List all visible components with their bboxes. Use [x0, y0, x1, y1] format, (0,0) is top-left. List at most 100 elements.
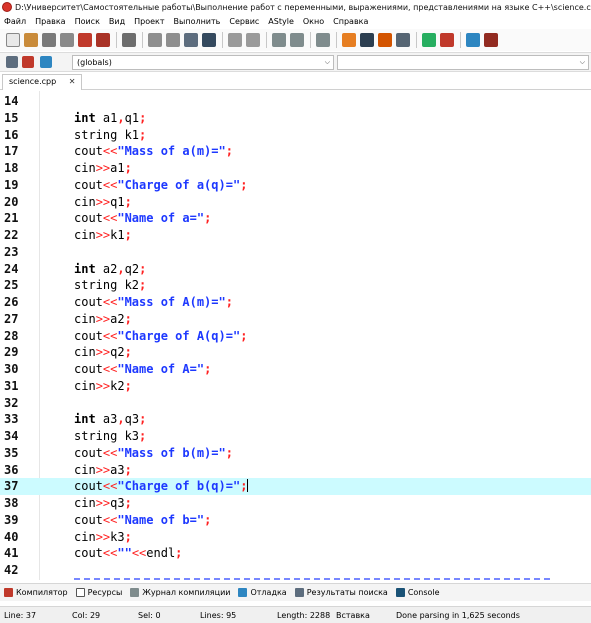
- close-icon[interactable]: ✕: [69, 77, 76, 86]
- status-length: Length: 2288: [277, 611, 331, 620]
- code-line[interactable]: 29 cin>>q2;: [0, 344, 591, 361]
- line-number: 20: [4, 194, 19, 209]
- bottom-tab-5[interactable]: Console: [392, 588, 444, 597]
- code-line[interactable]: 31 cin>>k2;: [0, 378, 591, 395]
- menu-item-2[interactable]: Поиск: [71, 17, 105, 26]
- bookmark-icon[interactable]: [202, 33, 216, 47]
- menu-item-9[interactable]: Справка: [329, 17, 373, 26]
- code-line[interactable]: 14: [0, 93, 591, 110]
- code-line[interactable]: 42: [0, 562, 591, 579]
- tab-science-cpp[interactable]: science.cpp ✕: [2, 74, 83, 90]
- class-combo[interactable]: ⌵: [337, 55, 589, 70]
- menu-item-1[interactable]: Правка: [31, 17, 70, 26]
- toggle-comment-icon[interactable]: [316, 33, 330, 47]
- code-line[interactable]: 22 cin>>k1;: [0, 227, 591, 244]
- chart-icon[interactable]: [466, 33, 480, 47]
- code-editor[interactable]: 14 15 int a1,q1; 16 string k1; 17 cout<<"Mass …: [0, 91, 591, 580]
- project-icon[interactable]: [484, 33, 498, 47]
- text-caret: [247, 479, 249, 493]
- code-line[interactable]: 20 cin>>q1;: [0, 194, 591, 211]
- open-file-icon[interactable]: [24, 33, 38, 47]
- code-line[interactable]: 39 cout<<"Name of b=";: [0, 512, 591, 529]
- close-file-icon[interactable]: [78, 33, 92, 47]
- code-line[interactable]: 19 cout<<"Charge of a(q)=";: [0, 177, 591, 194]
- line-number: 19: [4, 177, 19, 192]
- code-text: cout<<"Charge of A(q)=";: [74, 328, 248, 343]
- undo-icon[interactable]: [228, 33, 242, 47]
- goto-declaration-icon[interactable]: [22, 56, 34, 68]
- status-mode: Вставка: [336, 611, 370, 620]
- code-line[interactable]: 40 cin>>k3;: [0, 529, 591, 546]
- current-code-line[interactable]: 37 cout<<"Charge of b(q)=";: [0, 478, 591, 495]
- toolbar-separator: [266, 32, 267, 48]
- menu-item-4[interactable]: Проект: [130, 17, 169, 26]
- save-all-icon[interactable]: [60, 33, 74, 47]
- code-line[interactable]: 16 string k1;: [0, 127, 591, 144]
- goto-icon[interactable]: [184, 33, 198, 47]
- code-line[interactable]: 26 cout<<"Mass of A(m)=";: [0, 294, 591, 311]
- bottom-tab-4[interactable]: Результаты поиска: [291, 588, 392, 597]
- code-line[interactable]: 28 cout<<"Charge of A(q)=";: [0, 328, 591, 345]
- code-line[interactable]: 32: [0, 395, 591, 412]
- code-line[interactable]: 35 cout<<"Mass of b(m)=";: [0, 445, 591, 462]
- replace-icon[interactable]: [166, 33, 180, 47]
- line-number: 37: [4, 479, 19, 494]
- menu-item-0[interactable]: Файл: [0, 17, 31, 26]
- toolbar-separator: [116, 32, 117, 48]
- bottom-tab-1[interactable]: Ресурсы: [72, 588, 127, 597]
- code-line[interactable]: 33 int a3,q3;: [0, 411, 591, 428]
- function-combo[interactable]: (globals) ⌵: [72, 55, 334, 70]
- new-file-icon[interactable]: [6, 33, 20, 47]
- check-syntax-icon[interactable]: [422, 33, 436, 47]
- code-line[interactable]: 25 string k2;: [0, 277, 591, 294]
- compile-icon[interactable]: [342, 33, 356, 47]
- bottom-tab-label: Журнал компиляции: [142, 588, 231, 597]
- line-number: 27: [4, 311, 19, 326]
- compile-run-icon[interactable]: [378, 33, 392, 47]
- code-line[interactable]: 21 cout<<"Name of a=";: [0, 210, 591, 227]
- code-line[interactable]: 27 cin>>a2;: [0, 311, 591, 328]
- bottom-tab-2[interactable]: Журнал компиляции: [126, 588, 234, 597]
- toolbar-separator: [416, 32, 417, 48]
- code-line[interactable]: 38 cin>>q3;: [0, 495, 591, 512]
- menu-item-3[interactable]: Вид: [105, 17, 130, 26]
- code-line[interactable]: 17 cout<<"Mass of a(m)=";: [0, 143, 591, 160]
- code-line[interactable]: 24 int a2,q2;: [0, 261, 591, 278]
- code-line[interactable]: 30 cout<<"Name of A=";: [0, 361, 591, 378]
- code-text: cin>>q3;: [74, 496, 132, 510]
- code-line[interactable]: 15 int a1,q1;: [0, 110, 591, 127]
- unindent-icon[interactable]: [290, 33, 304, 47]
- line-number: 15: [4, 110, 19, 125]
- menu-item-7[interactable]: AStyle: [264, 17, 299, 26]
- toolbar-separator: [310, 32, 311, 48]
- save-icon[interactable]: [42, 33, 56, 47]
- code-line[interactable]: 18 cin>>a1;: [0, 160, 591, 177]
- menu-item-8[interactable]: Окно: [299, 17, 329, 26]
- indent-icon[interactable]: [272, 33, 286, 47]
- toolbar-separator: [142, 32, 143, 48]
- chevron-down-icon: ⌵: [324, 58, 330, 66]
- code-text: int a1,q1;: [74, 110, 147, 125]
- close-all-icon[interactable]: [96, 33, 110, 47]
- status-sel: Sel: 0: [138, 611, 161, 620]
- code-text: cout<<"Charge of b(q)=";: [74, 479, 249, 494]
- class-browser-icon[interactable]: [6, 56, 18, 68]
- run-icon[interactable]: [360, 33, 374, 47]
- redo-icon[interactable]: [246, 33, 260, 47]
- bottom-tab-0[interactable]: Компилятор: [0, 588, 72, 597]
- code-text: cout<<"Mass of A(m)=";: [74, 295, 233, 309]
- code-line[interactable]: 34 string k3;: [0, 428, 591, 445]
- goto-definition-icon[interactable]: [40, 56, 52, 68]
- app-logo-icon[interactable]: [2, 2, 12, 12]
- code-line[interactable]: 36 cin>>a3;: [0, 462, 591, 479]
- print-icon[interactable]: [122, 33, 136, 47]
- menu-item-5[interactable]: Выполнить: [170, 17, 226, 26]
- code-line[interactable]: 23: [0, 244, 591, 261]
- code-line[interactable]: 41 cout<<""<<endl;: [0, 545, 591, 562]
- find-icon[interactable]: [148, 33, 162, 47]
- menu-item-6[interactable]: Сервис: [225, 17, 264, 26]
- bottom-tab-3[interactable]: Отладка: [234, 588, 290, 597]
- stop-icon[interactable]: [440, 33, 454, 47]
- rebuild-icon[interactable]: [396, 33, 410, 47]
- line-number: 16: [4, 127, 19, 142]
